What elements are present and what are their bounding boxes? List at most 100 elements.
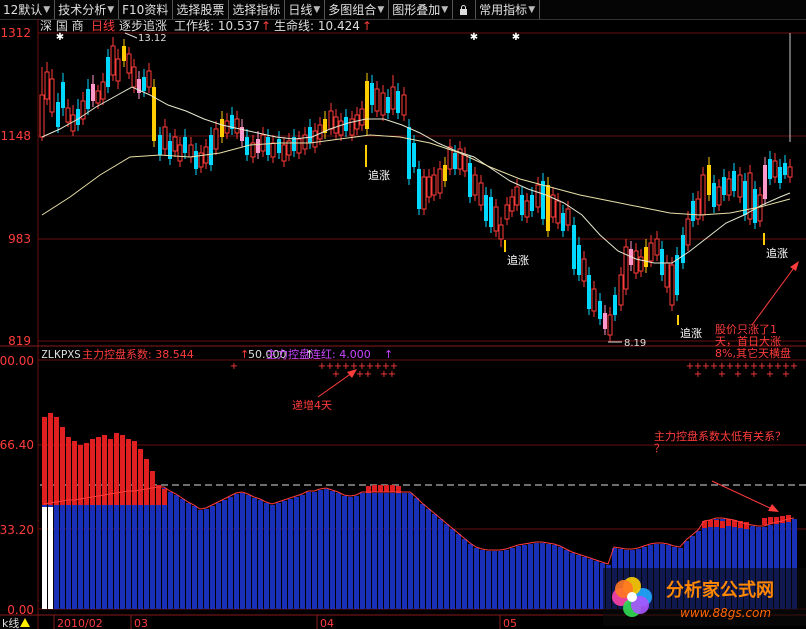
candlestick [726,171,732,201]
blue-bar [414,498,419,609]
chase-label: 追涨 [766,246,788,260]
star-marker-icon: ✱ [470,32,478,43]
blue-bar [360,493,365,609]
question-text: 主力控盘系数太低有关系？ [654,429,786,443]
cursor-triangle-icon[interactable] [20,618,30,627]
stock-chart[interactable]: 13121148983819100.0066.4033.200.00深 国 商日… [0,19,806,629]
blue-bar [150,489,155,609]
red-bar [90,439,95,505]
red-bar [780,516,785,523]
candlestick [401,87,407,121]
candlestick [587,267,591,315]
blue-bar [102,496,107,609]
candlestick [681,227,685,269]
candlestick [417,161,421,215]
dropdown-arrow-icon: ▼ [377,4,385,15]
blue-bar [162,488,167,609]
blue-bar [282,501,287,609]
kline-tab[interactable]: k线 [2,616,19,629]
candlestick [106,49,110,93]
candlestick [468,155,472,203]
blue-bar [138,491,143,609]
up-arrow-icon: ↑ [362,19,372,33]
lock-button[interactable] [453,0,477,19]
red-bar [384,485,389,492]
candlestick [700,167,706,221]
toolbar-item[interactable]: 12默认 ▼ [0,0,56,19]
red-bar [126,439,131,505]
signal-markers: + + + + + + + + + + + + + + + + + + + + + + + + ++ + + + + + + + + + + [230,361,798,380]
blue-bar [66,501,71,609]
blue-bar [300,495,305,609]
candlestick [230,107,234,135]
note-arrow [751,264,797,326]
dropdown-arrow-icon: ▼ [313,4,321,15]
candlestick [669,257,675,311]
candlestick [603,305,607,335]
plus-marker-icon: + [718,369,726,380]
candlestick [660,241,664,281]
candlestick [722,169,726,201]
candlestick [412,135,416,173]
blue-bar [450,529,455,609]
toolbar-item[interactable]: 选择股票 [173,0,230,19]
toolbar-item[interactable]: 多图组合 ▼ [325,0,390,19]
candlestick [462,147,468,177]
toolbar-item[interactable]: F10资料 [119,0,174,19]
plus-marker-icon: + [230,361,238,372]
y-tick-label: 1148 [0,129,31,143]
candlestick [390,75,396,115]
toolbar-item-label: 常用指标 [479,3,528,17]
blue-bar [108,495,113,609]
up-arrow-icon: ↑ [305,348,314,361]
y-tick-label: 100.00 [0,354,34,368]
candlestick [39,67,45,141]
blue-bar [174,495,179,609]
candlestick [644,239,648,273]
blue-bar [318,490,323,609]
blue-bar [408,493,413,609]
toolbar-item-label: 日线 [288,3,313,17]
dropdown-arrow-icon: ▼ [528,4,536,15]
toolbar-item[interactable]: 选择指标 [229,0,286,19]
candlestick [535,177,541,213]
candlestick [633,243,639,279]
blue-bar [120,493,125,609]
plus-marker-icon: + [750,369,758,380]
x-tick-label: 03 [134,617,148,629]
candlestick [220,111,224,143]
candlestick [772,153,778,183]
red-bar [708,520,713,527]
blue-bar [132,492,137,609]
candlestick [783,155,787,179]
candlestick [198,145,204,173]
blue-bar [324,489,329,609]
candlestick [162,119,168,155]
y-tick-label: 1312 [0,26,31,40]
toolbar-item[interactable]: 常用指标 ▼ [476,0,541,19]
blue-bar [228,497,233,609]
red-bar [132,441,137,505]
watermark-url: www.88gs.com [680,606,771,620]
candlestick [598,293,602,325]
toolbar-item[interactable]: 日线 ▼ [285,0,326,19]
red-bar [156,485,161,505]
candlestick [396,83,400,119]
toolbar-item-label: 12默认 [3,3,43,17]
blue-bar [276,503,281,609]
blue-bar [438,519,443,609]
red-bar [54,417,59,505]
candlestick [572,217,576,275]
toolbar-item[interactable]: 图形叠加 ▼ [389,0,454,19]
blue-bar [372,493,377,609]
toolbar-item[interactable]: 技术分析 ▼ [55,0,120,19]
blue-bar [546,544,551,609]
blue-bar [114,494,119,609]
candlestick [374,81,380,117]
red-bar [78,445,83,505]
candlestick [737,167,743,203]
candlestick [504,197,510,225]
blue-bar [576,555,581,609]
candlestick [152,79,156,147]
candlestick [49,69,55,117]
